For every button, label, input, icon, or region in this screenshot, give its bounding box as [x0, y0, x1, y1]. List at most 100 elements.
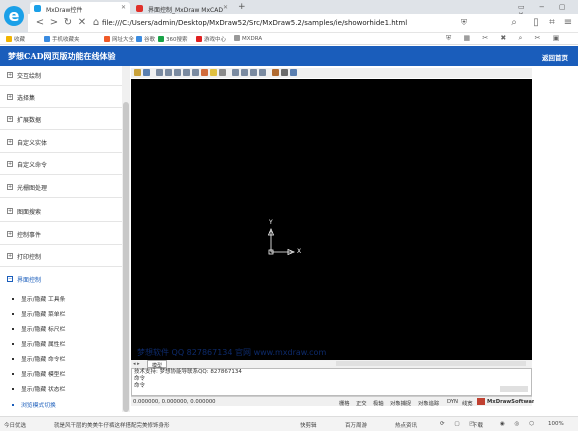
mxcad-favicon-icon: [136, 5, 143, 12]
close-icon[interactable]: ✕: [223, 4, 228, 11]
sidebar-subitem-statusbar[interactable]: 显示/隐藏 状态栏: [12, 384, 65, 393]
toggle-otrack[interactable]: 对象追踪: [418, 399, 439, 407]
select-icon[interactable]: [241, 69, 248, 76]
gamepad-icon: [196, 36, 202, 42]
daily-picks[interactable]: 今日优选: [4, 421, 26, 429]
footer-misc-icons[interactable]: ◉ ◎ ⬡: [500, 421, 538, 427]
save-icon[interactable]: [143, 69, 150, 76]
sidebar-subitem-command[interactable]: 显示/隐藏 命令栏: [12, 354, 65, 363]
expand-icon: +: [7, 231, 13, 237]
bookmark-mxdra[interactable]: MXDRA: [234, 35, 262, 42]
model-tab[interactable]: 模型: [147, 360, 168, 369]
command-prompt[interactable]: 命令: [132, 383, 531, 390]
sidebar-item-control-events[interactable]: + 控制事件: [0, 225, 122, 245]
pan-icon[interactable]: [232, 69, 239, 76]
zoom-window-icon[interactable]: [174, 69, 181, 76]
regen-icon[interactable]: [201, 69, 208, 76]
tab-interface-control[interactable]: 界面控制_MxDraw MxCAD ✕: [132, 2, 232, 14]
forward-arrow-icon[interactable]: >: [48, 17, 60, 29]
sidebar-item-interactive-draw[interactable]: + 交互绘制: [0, 66, 122, 86]
menu-icon[interactable]: ≡: [562, 17, 574, 29]
sidebar-item-label: 图面搜索: [17, 209, 42, 216]
sidebar-subitem-ruler[interactable]: 显示/隐藏 标尺栏: [12, 324, 65, 333]
browser-tool-icons[interactable]: ⛨ ▦ ✂ ✖ ⌕ ✂ ▣: [446, 34, 572, 43]
bookmark-favorites[interactable]: 收藏: [6, 35, 25, 43]
sidebar-scrollbar-thumb[interactable]: [123, 102, 129, 412]
hot-news[interactable]: 热点资讯: [395, 421, 417, 429]
bookmark-google[interactable]: 谷歌: [136, 35, 155, 43]
bullet-icon: [12, 404, 14, 406]
bullet-icon: [12, 313, 14, 315]
search-icon[interactable]: ⌕: [508, 17, 520, 29]
tab-scroll-arrows[interactable]: ◂ ▸: [133, 361, 140, 367]
extensions-icon[interactable]: ⌗: [546, 17, 558, 29]
sidebar-item-ui-control[interactable]: − 界面控制: [0, 270, 122, 290]
browser-logo[interactable]: e: [0, 0, 28, 34]
bullet-icon: [12, 343, 14, 345]
bookmark-mobile[interactable]: 手机收藏夹: [44, 35, 80, 43]
toggle-lineweight[interactable]: 线宽: [462, 399, 473, 407]
zoom-realtime-icon[interactable]: [192, 69, 199, 76]
erase-icon[interactable]: [281, 69, 288, 76]
ie-favicon-icon: [34, 5, 41, 12]
horizontal-scrollbar[interactable]: [336, 361, 526, 366]
expand-icon: +: [7, 116, 13, 122]
drawing-canvas[interactable]: Y X 梦想软件 QQ 827867134 官网 www.mxdraw.com: [131, 79, 532, 360]
toggle-grid[interactable]: 栅格: [339, 399, 350, 407]
zoom-extents-icon[interactable]: [183, 69, 190, 76]
zoom-in-icon[interactable]: [156, 69, 163, 76]
command-area[interactable]: 技术支持: 梦想协能导联系QQ: 827867134 命令 命令: [131, 368, 532, 396]
bookmark-games[interactable]: 游戏中心: [196, 35, 226, 43]
security-shield-icon[interactable]: ⛨: [458, 17, 470, 29]
new-tab-button[interactable]: +: [238, 2, 246, 12]
quick-clip[interactable]: 快剪辑: [300, 421, 317, 429]
url-field[interactable]: file:///C:/Users/admin/Desktop/MxDraw52/…: [102, 17, 452, 30]
sidebar-subitem-label: 显示/隐藏 属性栏: [21, 342, 66, 348]
sidebar-item-custom-entity[interactable]: + 自定义实体: [0, 133, 122, 153]
sidebar-item-selection-set[interactable]: + 选择集: [0, 88, 122, 108]
draw-icon[interactable]: [272, 69, 279, 76]
sidebar-item-custom-command[interactable]: + 自定义命令: [0, 155, 122, 175]
light-icon[interactable]: [210, 69, 217, 76]
back-arrow-icon[interactable]: <: [34, 17, 46, 29]
toggle-osnap[interactable]: 对象捕捉: [390, 399, 411, 407]
toggle-ortho[interactable]: 正交: [356, 399, 367, 407]
cad-toolbar: [131, 68, 532, 78]
zoom-out-icon[interactable]: [165, 69, 172, 76]
open-file-icon[interactable]: [134, 69, 141, 76]
sidebar-item-drawing-search[interactable]: + 图面搜索: [0, 202, 122, 222]
home-icon[interactable]: ⌂: [90, 17, 102, 29]
sidebar-subitem-toolbar[interactable]: 显示/隐藏 工具条: [12, 294, 65, 303]
sidebar-subitem-browse-mode[interactable]: 浏览模式切换: [12, 400, 56, 409]
home-link[interactable]: 返回首页: [542, 52, 568, 62]
rotate-icon[interactable]: [259, 69, 266, 76]
bookmark-url-nav[interactable]: 网址大全: [104, 35, 134, 43]
sidebar-subitem-menubar[interactable]: 显示/隐藏 菜单栏: [12, 309, 65, 318]
collapse-icon: −: [7, 276, 13, 282]
sidebar-item-label: 界面控制: [17, 277, 42, 284]
help-icon[interactable]: [219, 69, 226, 76]
refresh-icon[interactable]: ↻: [62, 17, 74, 29]
million-tour[interactable]: 百万周游: [345, 421, 367, 429]
y-axis-label: Y: [269, 219, 273, 226]
address-bar: < > ↻ ✕ ⌂ file:///C:/Users/admin/Desktop…: [28, 14, 578, 33]
sidebar-item-print-control[interactable]: + 打印控制: [0, 247, 122, 267]
zoom-level[interactable]: 100%: [548, 421, 564, 427]
sidebar-subitem-model[interactable]: 显示/隐藏 模型栏: [12, 369, 65, 378]
sidebar-subitem-properties[interactable]: 显示/隐藏 属性栏: [12, 339, 65, 348]
sidebar-item-raster[interactable]: + 光栅图处理: [0, 178, 122, 198]
toggle-dyn[interactable]: DYN: [447, 399, 458, 405]
phone-icon[interactable]: ▯: [530, 17, 542, 29]
expand-icon: +: [7, 139, 13, 145]
news-ticker[interactable]: 就是风干层的美美牛仔裤这样搭配完美修饰身形: [54, 421, 170, 429]
bookmark-360search[interactable]: 360搜索: [158, 35, 188, 43]
move-icon[interactable]: [250, 69, 257, 76]
toggle-polar[interactable]: 极轴: [373, 399, 384, 407]
close-icon[interactable]: ✕: [121, 4, 126, 11]
command-scrollbar[interactable]: [500, 386, 528, 392]
layer-icon[interactable]: [290, 69, 297, 76]
downloads[interactable]: 下载: [472, 421, 483, 429]
tab-mxdraw[interactable]: MxDraw控件 ✕: [30, 2, 130, 14]
stop-icon[interactable]: ✕: [76, 17, 88, 29]
sidebar-item-extended-data[interactable]: + 扩展数据: [0, 110, 122, 130]
